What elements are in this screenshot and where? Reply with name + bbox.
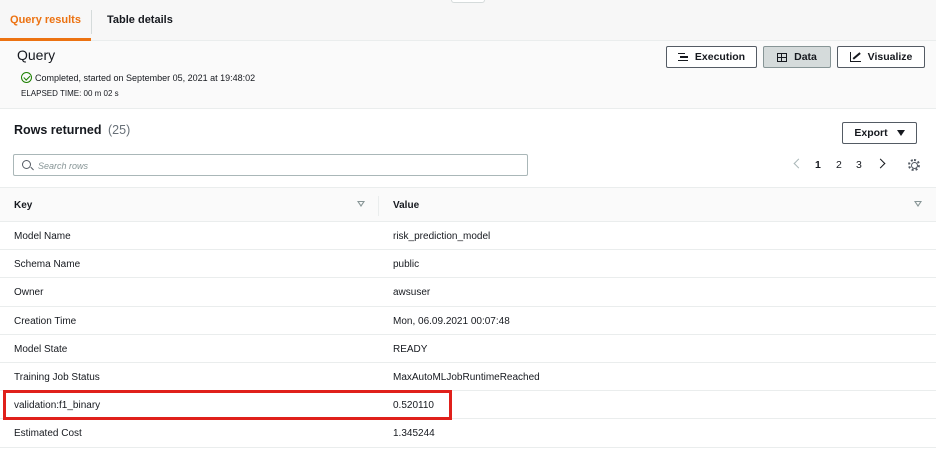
- tab-bar: Query results Table details: [0, 0, 936, 41]
- column-header-key[interactable]: Key: [14, 200, 32, 211]
- query-status-text: Completed, started on September 05, 2021…: [35, 72, 256, 83]
- row-value: 1.345244: [393, 428, 435, 440]
- row-value: MaxAutoMLJobRuntimeReached: [393, 371, 540, 383]
- column-header-value[interactable]: Value: [393, 200, 419, 211]
- search-rows-field[interactable]: [13, 154, 528, 176]
- elapsed-time: ELAPSED TIME: 00 m 02 s: [21, 89, 119, 98]
- row-key: Training Job Status: [14, 371, 100, 383]
- row-value: Mon, 06.09.2021 00:07:48: [393, 315, 510, 327]
- rows-returned-count: (25): [108, 123, 131, 137]
- previous-page-icon[interactable]: [793, 158, 804, 169]
- export-button[interactable]: Export: [842, 122, 917, 144]
- data-button[interactable]: Data: [763, 46, 831, 68]
- line-chart-icon: [849, 52, 861, 62]
- table-row: Schema Name public: [0, 250, 936, 279]
- row-value: awsuser: [393, 287, 431, 299]
- export-button-label: Export: [854, 127, 888, 139]
- row-key: Estimated Cost: [14, 428, 82, 440]
- caret-down-icon: [896, 130, 905, 136]
- table-grid-icon: [777, 52, 788, 62]
- column-divider[interactable]: [378, 196, 379, 216]
- execution-button[interactable]: Execution: [666, 46, 757, 68]
- page-3[interactable]: 3: [856, 159, 862, 171]
- visualize-button[interactable]: Visualize: [837, 46, 925, 68]
- page-1[interactable]: 1: [815, 159, 821, 171]
- query-status: Completed, started on September 05, 2021…: [21, 72, 255, 83]
- tab-divider: [91, 10, 92, 34]
- table-header: Key Value: [0, 187, 936, 222]
- highlight-annotation-box: [3, 390, 452, 420]
- row-key: Model Name: [14, 231, 71, 242]
- table-row: Owner awsuser: [0, 278, 936, 307]
- row-key: Owner: [14, 287, 44, 299]
- gear-icon[interactable]: [908, 159, 920, 171]
- page-2[interactable]: 2: [836, 159, 842, 171]
- row-value: risk_prediction_model: [393, 231, 491, 242]
- data-button-label: Data: [794, 51, 817, 63]
- table-row: Model Name risk_prediction_model: [0, 222, 936, 251]
- query-header: Query Completed, started on September 05…: [0, 41, 936, 109]
- search-icon: [22, 160, 31, 169]
- resize-handle[interactable]: [451, 0, 485, 3]
- table-row: Model State READY: [0, 335, 936, 363]
- success-check-icon: [21, 72, 32, 83]
- row-key: Creation Time: [14, 315, 77, 327]
- row-value: READY: [393, 343, 428, 355]
- query-title: Query: [17, 47, 56, 63]
- next-page-icon[interactable]: [875, 158, 886, 169]
- visualize-button-label: Visualize: [867, 51, 913, 63]
- rows-returned-title: Rows returned: [14, 123, 102, 137]
- tab-query-results[interactable]: Query results: [0, 0, 91, 41]
- sort-value-icon[interactable]: [914, 201, 922, 207]
- table-row: Estimated Cost 1.345244: [0, 419, 936, 448]
- tab-table-details[interactable]: Table details: [107, 0, 173, 41]
- row-key: Model State: [14, 343, 68, 355]
- table-row: Creation Time Mon, 06.09.2021 00:07:48: [0, 307, 936, 335]
- row-key: Schema Name: [14, 259, 81, 271]
- search-rows-input[interactable]: [38, 158, 518, 173]
- sort-key-icon[interactable]: [357, 201, 365, 207]
- execution-list-icon: [677, 52, 688, 62]
- execution-button-label: Execution: [694, 51, 746, 63]
- table-row: Training Job Status MaxAutoMLJobRuntimeR…: [0, 363, 936, 392]
- row-value: public: [393, 259, 420, 271]
